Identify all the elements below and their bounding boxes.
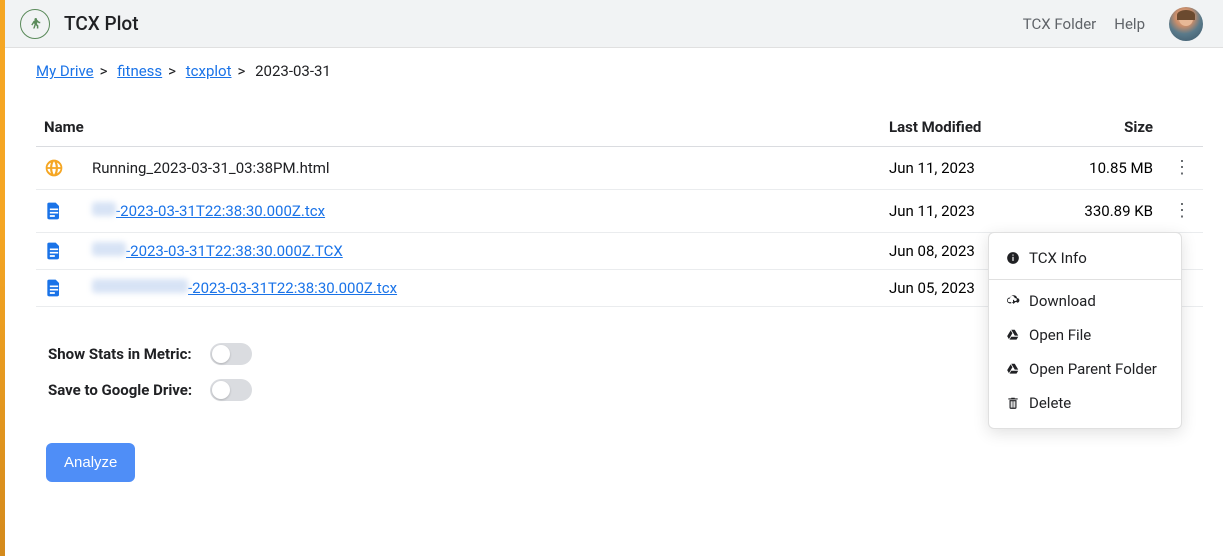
menu-item-label: Delete	[1029, 394, 1071, 412]
breadcrumb-separator: >	[100, 62, 108, 80]
menu-item-tcx-info[interactable]: TCX Info	[989, 241, 1181, 275]
topbar: TCX Plot TCX Folder Help	[0, 0, 1223, 48]
menu-item-open-file[interactable]: Open File	[989, 318, 1181, 352]
breadcrumb-separator: >	[168, 62, 176, 80]
file-modified: Jun 11, 2023	[881, 147, 1041, 190]
file-size: 10.85 MB	[1041, 147, 1161, 190]
drive-icon	[1005, 327, 1021, 343]
file-link[interactable]: -2023-03-31T22:38:30.000Z.TCX	[126, 242, 343, 260]
breadcrumb-item[interactable]: fitness	[117, 62, 162, 80]
menu-item-download[interactable]: Download	[989, 284, 1181, 318]
nav-tcx-folder[interactable]: TCX Folder	[1023, 15, 1096, 33]
metric-label: Show Stats in Metric:	[48, 345, 192, 363]
menu-divider	[989, 279, 1181, 280]
redacted-text	[92, 279, 188, 293]
menu-item-open-parent-folder[interactable]: Open Parent Folder	[989, 352, 1181, 386]
app-title: TCX Plot	[64, 12, 139, 35]
menu-item-label: Open File	[1029, 326, 1091, 344]
redacted-text	[92, 242, 126, 256]
download-icon	[1005, 293, 1021, 309]
document-icon	[44, 241, 64, 261]
globe-icon	[44, 158, 64, 178]
breadcrumb-item[interactable]: My Drive	[36, 62, 94, 80]
avatar[interactable]	[1169, 7, 1203, 41]
table-row: -2023-03-31T22:38:30.000Z.tcx Jun 11, 202…	[36, 190, 1203, 233]
document-icon	[44, 201, 64, 221]
file-link[interactable]: -2023-03-31T22:38:30.000Z.tcx	[188, 279, 397, 297]
breadcrumb-item[interactable]: tcxplot	[186, 62, 232, 80]
menu-item-label: Download	[1029, 292, 1096, 310]
left-edge-accent	[0, 0, 5, 556]
breadcrumb-current: 2023-03-31	[255, 62, 331, 80]
drive-label: Save to Google Drive:	[48, 381, 192, 399]
file-name: Running_2023-03-31_03:38PM.html	[92, 159, 330, 177]
context-menu: TCX Info Download Open File Open Parent Fol…	[988, 232, 1182, 429]
nav-help[interactable]: Help	[1114, 15, 1145, 33]
file-modified: Jun 11, 2023	[881, 190, 1041, 233]
file-link[interactable]: -2023-03-31T22:38:30.000Z.tcx	[116, 202, 325, 220]
drive-icon	[1005, 361, 1021, 377]
metric-toggle[interactable]	[210, 343, 252, 365]
col-header-size[interactable]: Size	[1041, 108, 1161, 147]
info-icon	[1005, 250, 1021, 266]
file-size: 330.89 KB	[1041, 190, 1161, 233]
trash-icon	[1005, 395, 1021, 411]
analyze-button[interactable]: Analyze	[46, 443, 135, 482]
menu-item-delete[interactable]: Delete	[989, 386, 1181, 420]
more-icon[interactable]: ⋮	[1169, 155, 1195, 181]
drive-toggle[interactable]	[210, 379, 252, 401]
menu-item-label: TCX Info	[1029, 249, 1087, 267]
redacted-text	[92, 202, 116, 216]
col-header-name[interactable]: Name	[36, 108, 881, 147]
breadcrumb: My Drive > fitness > tcxplot > 2023-03-31	[0, 48, 1223, 80]
col-header-menu	[1161, 108, 1203, 147]
document-icon	[44, 278, 64, 298]
more-icon[interactable]: ⋮	[1169, 198, 1195, 224]
breadcrumb-separator: >	[238, 62, 246, 80]
table-row: Running_2023-03-31_03:38PM.html Jun 11, 2…	[36, 147, 1203, 190]
top-nav: TCX Folder Help	[1023, 7, 1203, 41]
col-header-modified[interactable]: Last Modified	[881, 108, 1041, 147]
app-logo[interactable]	[20, 9, 50, 39]
menu-item-label: Open Parent Folder	[1029, 360, 1157, 378]
